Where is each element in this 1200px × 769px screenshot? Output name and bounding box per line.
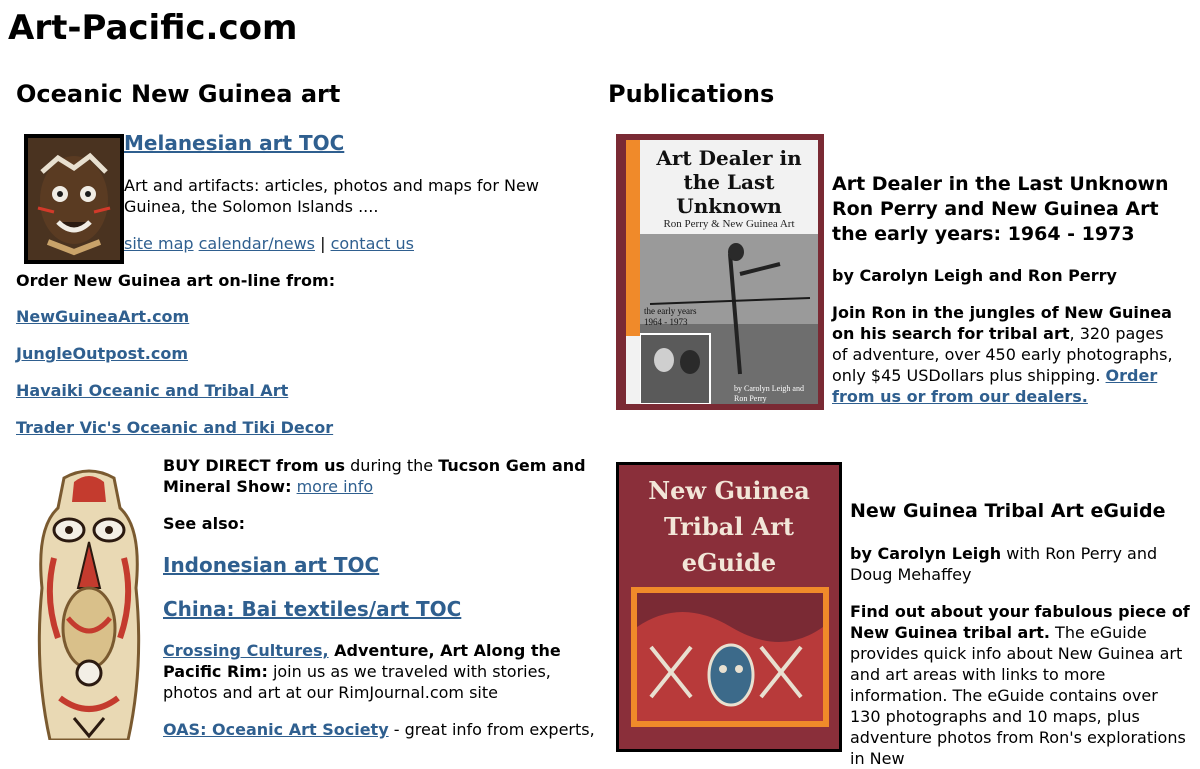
book1-cover-inner: Art Dealer in the Last Unknown Ron Perry… <box>626 140 818 404</box>
book1-cover-subtitle: Ron Perry & New Guinea Art <box>663 218 795 230</box>
book1-blurb: Join Ron in the jungles of New Guinea on… <box>832 302 1182 407</box>
book1-title-line2: Ron Perry and New Guinea Art <box>832 198 1159 220</box>
book1-title-block: Art Dealer in the Last Unknown Ron Perry… <box>832 172 1169 247</box>
book2-blurb: Find out about your fabulous piece of Ne… <box>850 601 1190 769</box>
oas-desc: - great info from experts, <box>388 720 595 739</box>
china-bai-toc-link[interactable]: China: Bai textiles/art TOC <box>163 597 461 621</box>
book1-cover-years: the early years 1964 - 1973 <box>644 306 697 327</box>
face-paint-image <box>28 138 120 260</box>
book1-title-line3: the early years: 1964 - 1973 <box>832 223 1135 245</box>
shop-link-trader-vics[interactable]: Trader Vic's Oceanic and Tiki Decor <box>16 418 333 437</box>
toc-description: Art and artifacts: articles, photos and … <box>124 176 539 216</box>
book2-cover-title: New Guinea Tribal Art eGuide <box>648 476 810 577</box>
shop-link-havaiki[interactable]: Havaiki Oceanic and Tribal Art <box>16 381 288 400</box>
book-cover-eguide[interactable]: New Guinea Tribal Art eGuide <box>616 462 842 752</box>
cover-orange-strip <box>626 140 640 336</box>
oas-link[interactable]: OAS: Oceanic Art Society <box>163 720 389 739</box>
crossing-cultures-link[interactable]: Crossing Cultures, <box>163 641 329 660</box>
indonesian-toc-link[interactable]: Indonesian art TOC <box>163 553 379 577</box>
shop-link-newguineaart[interactable]: NewGuineaArt.com <box>16 307 189 326</box>
toc-links-row: site map calendar/news | contact us <box>124 233 414 254</box>
melanesian-mask-thumbnail[interactable] <box>24 134 124 264</box>
book2-cover-photo <box>631 587 829 727</box>
melanesian-toc-link[interactable]: Melanesian art TOC <box>124 131 344 155</box>
buy-direct-bold: BUY DIRECT from us <box>163 456 346 475</box>
buy-direct-text1: during the <box>345 456 439 475</box>
book2-blurb-text: The eGuide provides quick info about New… <box>850 623 1186 768</box>
oas-text: OAS: Oceanic Art Society - great info fr… <box>163 719 595 740</box>
see-also-label: See also: <box>163 514 245 533</box>
order-label: Order New Guinea art on-line from: <box>16 271 336 290</box>
book1-cover-by: by Carolyn Leigh and Ron Perry <box>734 384 804 403</box>
book1-title-line1: Art Dealer in the Last Unknown <box>832 173 1169 195</box>
section-heading-oceanic: Oceanic New Guinea art <box>16 80 341 108</box>
buy-direct-text: BUY DIRECT from us during the Tucson Gem… <box>163 455 591 497</box>
more-info-link[interactable]: more info <box>297 477 374 496</box>
book-cover-art-dealer[interactable]: Art Dealer in the Last Unknown Ron Perry… <box>616 134 824 410</box>
book2-title: New Guinea Tribal Art eGuide <box>850 500 1166 522</box>
calendar-news-link[interactable]: calendar/news <box>199 234 315 253</box>
sitemap-link[interactable]: site map <box>124 234 194 253</box>
book1-authors: by Carolyn Leigh and Ron Perry <box>832 266 1117 285</box>
crossing-cultures-text: Crossing Cultures, Adventure, Art Along … <box>163 640 591 703</box>
carved-mask-figure <box>37 469 141 742</box>
link-separator: | <box>315 234 331 253</box>
book1-cover-title: Art Dealer in the Last Unknown <box>656 146 802 218</box>
book2-authors: by Carolyn Leigh with Ron Perry and Doug… <box>850 543 1190 585</box>
site-title: Art-Pacific.com <box>8 8 298 48</box>
carved-mask-image[interactable] <box>24 468 154 742</box>
shop-link-jungleoutpost[interactable]: JungleOutpost.com <box>16 344 188 363</box>
book2-by-bold: by Carolyn Leigh <box>850 544 1002 563</box>
section-heading-publications: Publications <box>608 80 775 108</box>
contact-us-link[interactable]: contact us <box>331 234 414 253</box>
